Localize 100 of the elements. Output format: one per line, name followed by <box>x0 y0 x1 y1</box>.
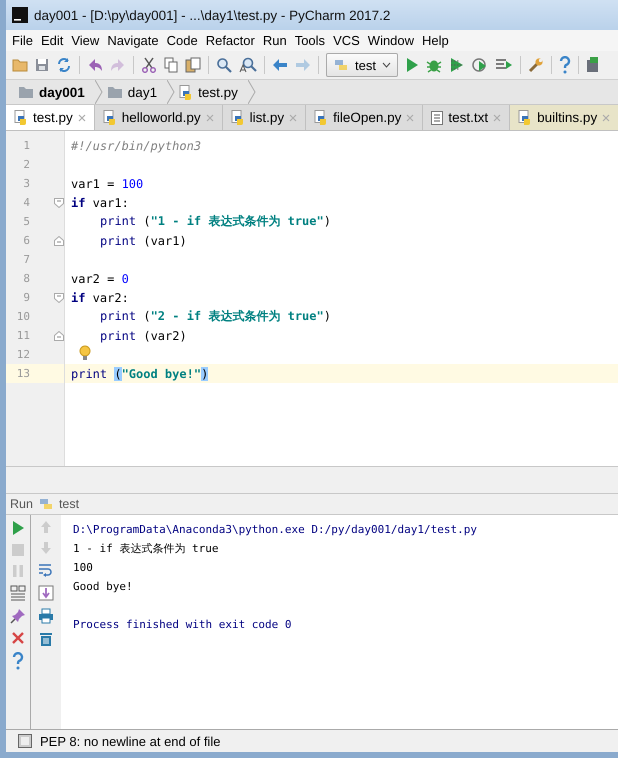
run-config-dropdown[interactable]: test <box>326 53 398 77</box>
settings-icon[interactable] <box>528 57 544 73</box>
code-line: print (var2) <box>99 328 187 342</box>
app-logo-icon <box>12 7 28 23</box>
line-number: 3 <box>22 177 30 190</box>
menu-item[interactable]: Edit <box>36 33 68 48</box>
breadcrumb[interactable]: day1 <box>128 84 158 100</box>
text-file-icon <box>431 110 444 124</box>
concurrency-icon[interactable] <box>494 58 513 72</box>
cut-icon[interactable] <box>141 57 157 73</box>
code-line: if var2: <box>70 290 129 304</box>
console-line: Good bye! <box>73 580 133 593</box>
code-line: if var1: <box>70 196 129 210</box>
menu-item[interactable]: Navigate <box>103 33 163 48</box>
fold-marker-icon[interactable] <box>54 236 64 246</box>
coverage-icon[interactable] <box>448 57 465 73</box>
menu-item[interactable]: Refactor <box>202 33 259 48</box>
help-icon[interactable] <box>12 652 24 670</box>
paste-icon[interactable] <box>185 57 201 73</box>
undo-icon[interactable] <box>87 58 103 72</box>
open-folder-icon[interactable] <box>12 58 28 72</box>
python-icon <box>38 497 54 511</box>
menu-item[interactable]: Window <box>364 33 418 48</box>
python-file-icon <box>102 110 117 125</box>
line-number: 2 <box>22 158 30 171</box>
python-icon <box>333 58 349 72</box>
sync-icon[interactable] <box>56 57 72 73</box>
editor-tab[interactable]: fileOpen.py <box>306 105 424 130</box>
replace-icon[interactable] <box>239 57 257 73</box>
console-line: Process finished with exit code 0 <box>73 618 292 631</box>
menu-item[interactable]: Tools <box>290 33 330 48</box>
print-icon[interactable] <box>38 608 54 624</box>
line-number: 10 <box>16 310 30 323</box>
back-arrow-icon[interactable] <box>272 58 288 72</box>
breadcrumb[interactable]: day001 <box>39 84 85 100</box>
chevron-icon <box>248 80 256 104</box>
lightbulb-icon[interactable] <box>79 345 91 361</box>
line-number: 11 <box>16 329 30 342</box>
console-line: D:\ProgramData\Anaconda3\python.exe D:/py/day001/day1/test.py <box>73 523 477 536</box>
folder-icon <box>18 86 34 98</box>
copy-icon[interactable] <box>164 57 178 73</box>
menu-item[interactable]: File <box>8 33 37 48</box>
line-number: 12 <box>16 348 30 361</box>
code-line: var1 = 100 <box>70 176 144 190</box>
fold-marker-icon[interactable] <box>54 292 64 302</box>
python-file-icon <box>518 110 532 125</box>
code-line: var2 = 0 <box>70 272 129 286</box>
menu-item[interactable]: Run <box>258 33 291 48</box>
layout-icon[interactable] <box>10 585 26 601</box>
editor-tab[interactable]: test.py <box>6 105 95 130</box>
run-icon[interactable] <box>404 57 419 73</box>
editor-tab[interactable]: list.py <box>222 105 306 130</box>
chevron-icon <box>167 80 176 104</box>
save-icon[interactable] <box>35 58 49 72</box>
line-number: 4 <box>22 196 30 209</box>
run-icon[interactable] <box>11 520 25 536</box>
code-line: #!/usr/bin/python3 <box>70 138 202 152</box>
console-line: 100 <box>73 561 93 574</box>
run-panel-title: Run <box>10 497 33 511</box>
code-line: print ("1 - if 表达式条件为 true") <box>99 213 331 230</box>
pin-icon[interactable] <box>10 608 26 624</box>
close-icon[interactable] <box>11 631 25 645</box>
breadcrumb[interactable]: test.py <box>198 84 238 100</box>
search-icon[interactable] <box>216 57 232 73</box>
help-icon[interactable] <box>558 56 571 74</box>
soft-wrap-icon[interactable] <box>38 562 54 578</box>
caret-icon <box>382 62 391 68</box>
python-file-icon <box>230 110 245 125</box>
python-file-icon <box>14 110 28 125</box>
python-file-icon <box>179 84 194 100</box>
scroll-to-end-icon[interactable] <box>38 585 54 601</box>
status-indicator-icon[interactable] <box>18 734 32 748</box>
folder-icon <box>106 86 123 98</box>
line-number: 9 <box>22 291 30 304</box>
close-icon[interactable] <box>78 114 86 122</box>
menu-item[interactable]: VCS <box>329 33 364 48</box>
window-title: day001 - [D:\py\day001] - ...\day1\test.py - PyCharm 2017.2 <box>34 8 390 22</box>
run-config-label[interactable]: test <box>58 497 80 511</box>
code-line: print ("2 - if 表达式条件为 true") <box>99 308 331 325</box>
console-line: 1 - if 表达式条件为 true <box>73 541 218 556</box>
code-line: print ("Good bye!") <box>70 366 208 380</box>
fold-marker-icon[interactable] <box>54 198 64 208</box>
line-number: 7 <box>22 253 30 266</box>
trash-icon[interactable] <box>39 631 53 647</box>
line-number: 6 <box>22 234 30 247</box>
editor-tab[interactable]: builtins.py <box>510 105 618 130</box>
python-file-icon <box>314 110 328 125</box>
profile-icon[interactable] <box>472 57 488 73</box>
chevron-icon <box>94 80 103 104</box>
code-line: print (var1) <box>99 234 187 248</box>
line-number: 5 <box>22 215 30 228</box>
sdk-icon[interactable] <box>586 56 598 74</box>
menu-item[interactable]: View <box>67 33 104 48</box>
menu-item[interactable]: Help <box>418 33 453 48</box>
close-icon[interactable] <box>602 114 610 122</box>
menu-item[interactable]: Code <box>162 33 202 48</box>
line-number: 13 <box>16 367 30 380</box>
fold-marker-icon[interactable] <box>54 330 64 340</box>
line-number: 8 <box>22 272 30 285</box>
editor-tab[interactable]: helloworld.py <box>94 105 223 130</box>
